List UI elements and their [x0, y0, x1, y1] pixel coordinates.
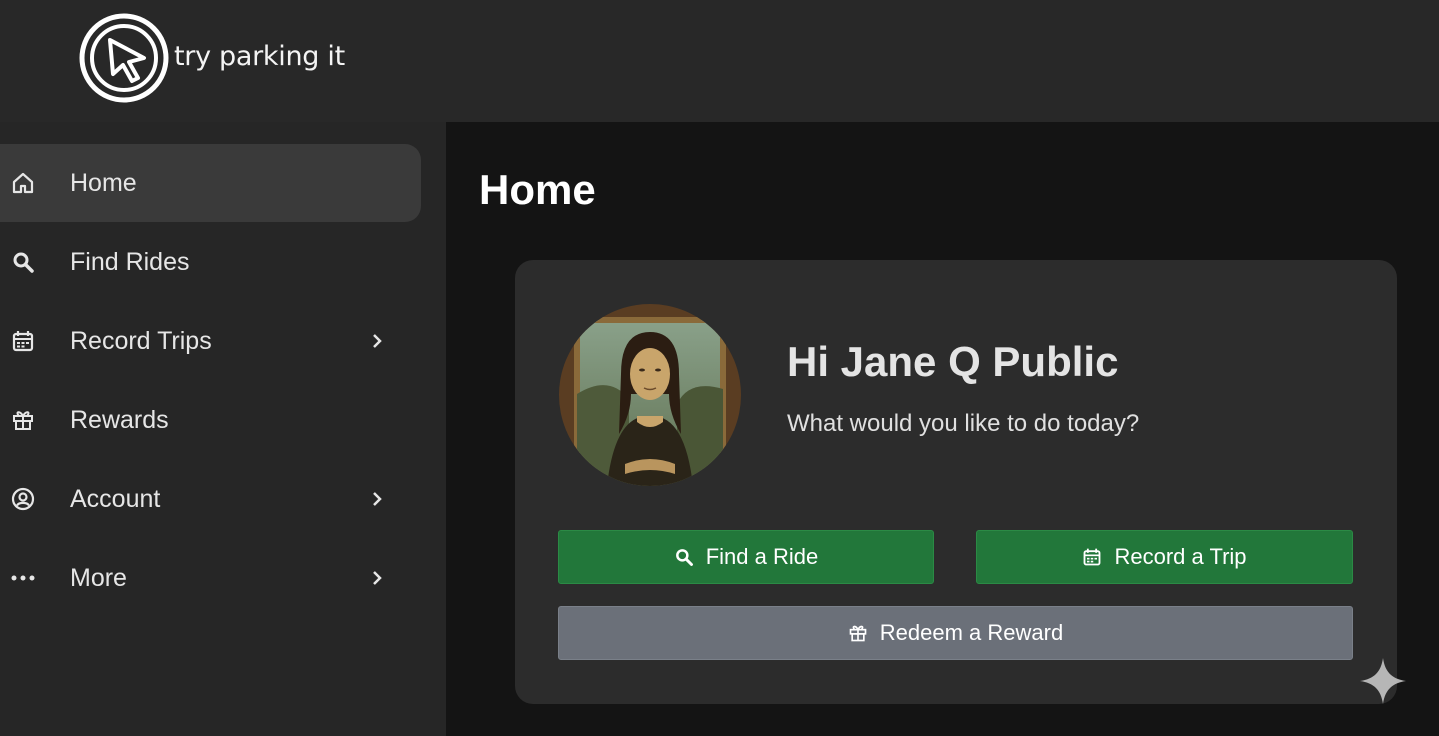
sidebar-item-account[interactable]: Account [0, 460, 421, 538]
sparkle-icon [1360, 658, 1406, 704]
top-bar: try parking it [0, 0, 1439, 122]
search-icon [10, 249, 36, 275]
sidebar-item-home[interactable]: Home [0, 144, 421, 222]
page-title: Home [479, 166, 596, 213]
welcome-card: Hi Jane Q Public What would you like to … [515, 260, 1397, 704]
avatar [559, 304, 741, 486]
sidebar-item-label: Account [70, 484, 161, 513]
portrait-image [559, 304, 741, 486]
sidebar-item-label: Find Rides [70, 247, 190, 276]
cursor-logo-icon [79, 13, 169, 103]
main-content: Home Hi Jane Q Public What would you lik… [446, 122, 1439, 736]
user-circle-icon [10, 486, 36, 512]
redeem-reward-button[interactable]: Redeem a Reward [558, 606, 1353, 660]
sidebar: Home Find Rides Record Trips Rewards Acc… [0, 122, 446, 736]
app-logo[interactable]: try parking it [78, 12, 345, 104]
more-dots-icon [10, 565, 36, 591]
sidebar-item-label: More [70, 563, 127, 592]
chevron-right-icon [373, 571, 382, 585]
logo-text: try parking it [174, 40, 345, 72]
sidebar-item-record-trips[interactable]: Record Trips [0, 302, 421, 380]
sidebar-item-label: Rewards [70, 405, 169, 434]
button-label: Redeem a Reward [879, 620, 1064, 645]
prompt-text: What would you like to do today? [787, 410, 1140, 437]
calendar-icon [1082, 547, 1102, 567]
sidebar-item-label: Home [70, 168, 137, 197]
gift-icon [848, 623, 868, 643]
chevron-right-icon [373, 492, 382, 506]
gift-icon [10, 407, 36, 433]
sidebar-item-find-rides[interactable]: Find Rides [0, 223, 421, 301]
greeting-text: Hi Jane Q Public [787, 338, 1119, 385]
calendar-icon [10, 328, 36, 354]
find-ride-button[interactable]: Find a Ride [558, 530, 934, 584]
record-trip-button[interactable]: Record a Trip [976, 530, 1353, 584]
sidebar-item-label: Record Trips [70, 326, 212, 355]
button-label: Find a Ride [705, 544, 819, 569]
button-label: Record a Trip [1114, 544, 1247, 569]
chevron-right-icon [373, 334, 382, 348]
sidebar-item-more[interactable]: More [0, 539, 421, 617]
sidebar-item-rewards[interactable]: Rewards [0, 381, 421, 459]
search-icon [674, 547, 694, 567]
home-icon [10, 170, 36, 196]
